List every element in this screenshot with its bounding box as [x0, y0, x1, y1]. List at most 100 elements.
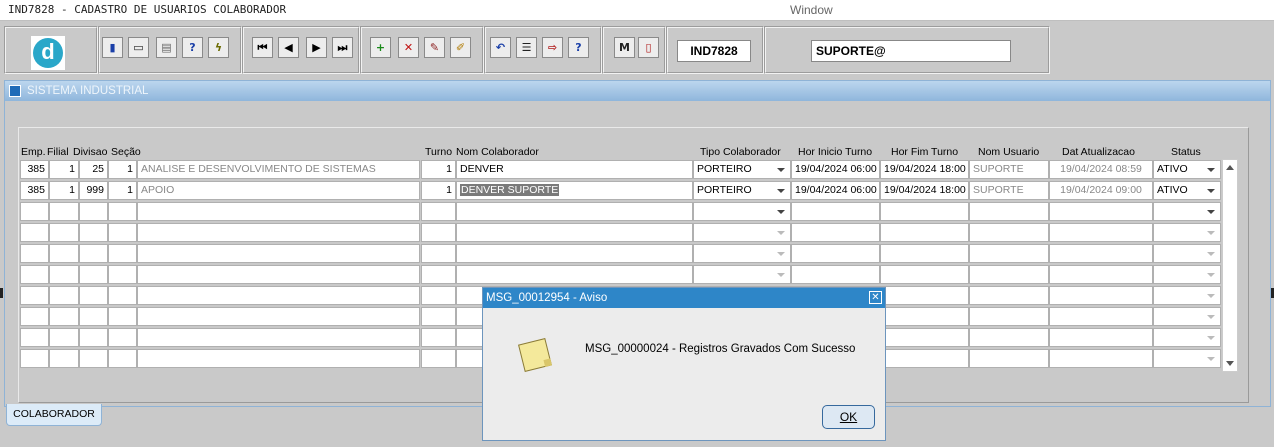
- exit-button[interactable]: ▯: [638, 37, 659, 58]
- chevron-down-icon[interactable]: [1202, 287, 1220, 304]
- cell-usuario[interactable]: [969, 223, 1049, 242]
- cell-nome[interactable]: [456, 244, 693, 263]
- cell-atualizacao[interactable]: [1049, 286, 1153, 305]
- chevron-down-icon[interactable]: [772, 203, 790, 220]
- cell-turno[interactable]: [421, 286, 456, 305]
- chevron-down-icon[interactable]: [1202, 182, 1220, 199]
- cell-fim[interactable]: [880, 244, 969, 263]
- last-record-button[interactable]: ⏭: [332, 37, 353, 58]
- cell-status[interactable]: [1153, 328, 1221, 347]
- chevron-down-icon[interactable]: [772, 161, 790, 178]
- cell-desc[interactable]: [137, 307, 420, 326]
- chevron-down-icon[interactable]: [1202, 308, 1220, 325]
- ok-button[interactable]: OK: [822, 405, 875, 429]
- menu-button[interactable]: M: [614, 37, 635, 58]
- cell-inicio[interactable]: [791, 265, 880, 284]
- cell-turno[interactable]: [421, 349, 456, 368]
- chevron-down-icon[interactable]: [772, 266, 790, 283]
- cell-inicio[interactable]: [791, 244, 880, 263]
- cell-filial[interactable]: [49, 244, 79, 263]
- cell-desc[interactable]: [137, 244, 420, 263]
- close-icon[interactable]: ✕: [869, 291, 882, 304]
- cell-usuario[interactable]: [969, 244, 1049, 263]
- cell-fim[interactable]: 19/04/2024 18:00: [880, 160, 969, 179]
- cell-emp[interactable]: [20, 286, 49, 305]
- cell-atualizacao[interactable]: [1049, 328, 1153, 347]
- tab-colaborador[interactable]: COLABORADOR: [6, 404, 102, 426]
- cell-desc[interactable]: [137, 202, 420, 221]
- cell-fim[interactable]: [880, 223, 969, 242]
- next-record-button[interactable]: ▶: [306, 37, 327, 58]
- cell-divisao[interactable]: [79, 307, 108, 326]
- cell-secao[interactable]: 1: [108, 181, 137, 200]
- cell-usuario[interactable]: SUPORTE: [969, 160, 1049, 179]
- cell-fim[interactable]: 19/04/2024 18:00: [880, 181, 969, 200]
- cell-status[interactable]: [1153, 349, 1221, 368]
- vertical-scrollbar[interactable]: [1222, 159, 1238, 372]
- cell-atualizacao[interactable]: [1049, 202, 1153, 221]
- cell-secao[interactable]: [108, 223, 137, 242]
- first-record-button[interactable]: ⏮: [252, 37, 273, 58]
- cell-filial[interactable]: [49, 349, 79, 368]
- cell-turno[interactable]: [421, 223, 456, 242]
- clear-record-button[interactable]: ✎: [424, 37, 445, 58]
- chevron-down-icon[interactable]: [1202, 329, 1220, 346]
- cell-filial[interactable]: [49, 223, 79, 242]
- cell-tipo[interactable]: PORTEIRO: [693, 160, 791, 179]
- cell-inicio[interactable]: [791, 223, 880, 242]
- cell-filial[interactable]: 1: [49, 181, 79, 200]
- cell-usuario[interactable]: [969, 328, 1049, 347]
- cell-secao[interactable]: [108, 265, 137, 284]
- cell-secao[interactable]: [108, 307, 137, 326]
- cell-fim[interactable]: [880, 286, 969, 305]
- cell-divisao[interactable]: [79, 286, 108, 305]
- cell-atualizacao[interactable]: [1049, 349, 1153, 368]
- cell-status[interactable]: [1153, 286, 1221, 305]
- cell-emp[interactable]: 385: [20, 160, 49, 179]
- cell-status[interactable]: [1153, 244, 1221, 263]
- cell-tipo[interactable]: [693, 265, 791, 284]
- cell-tipo[interactable]: [693, 244, 791, 263]
- cell-usuario[interactable]: [969, 307, 1049, 326]
- cell-emp[interactable]: [20, 244, 49, 263]
- cell-filial[interactable]: [49, 202, 79, 221]
- edit-button[interactable]: ✐: [450, 37, 471, 58]
- cell-desc[interactable]: ANALISE E DESENVOLVIMENTO DE SISTEMAS: [137, 160, 420, 179]
- delete-record-button[interactable]: ✕: [398, 37, 419, 58]
- cell-emp[interactable]: [20, 349, 49, 368]
- cell-inicio[interactable]: 19/04/2024 06:00: [791, 160, 880, 179]
- cell-atualizacao[interactable]: [1049, 265, 1153, 284]
- cell-secao[interactable]: [108, 244, 137, 263]
- cell-atualizacao[interactable]: 19/04/2024 08:59: [1049, 160, 1153, 179]
- cell-fim[interactable]: [880, 349, 969, 368]
- chevron-down-icon[interactable]: [772, 245, 790, 262]
- cell-secao[interactable]: [108, 328, 137, 347]
- cell-usuario[interactable]: [969, 286, 1049, 305]
- cell-usuario[interactable]: [969, 265, 1049, 284]
- execute-query-button[interactable]: ϟ: [208, 37, 229, 58]
- cell-status[interactable]: ATIVO: [1153, 181, 1221, 200]
- cell-fim[interactable]: [880, 307, 969, 326]
- cell-turno[interactable]: [421, 265, 456, 284]
- cell-fim[interactable]: [880, 202, 969, 221]
- cell-divisao[interactable]: 25: [79, 160, 108, 179]
- cell-emp[interactable]: 385: [20, 181, 49, 200]
- cell-usuario[interactable]: SUPORTE: [969, 181, 1049, 200]
- cell-fim[interactable]: [880, 265, 969, 284]
- cell-status[interactable]: [1153, 307, 1221, 326]
- chevron-down-icon[interactable]: [772, 182, 790, 199]
- cell-filial[interactable]: [49, 328, 79, 347]
- cell-desc[interactable]: [137, 223, 420, 242]
- cell-status[interactable]: [1153, 223, 1221, 242]
- cell-tipo[interactable]: [693, 202, 791, 221]
- chevron-down-icon[interactable]: [772, 224, 790, 241]
- cell-nome[interactable]: [456, 223, 693, 242]
- cell-tipo[interactable]: [693, 223, 791, 242]
- cell-divisao[interactable]: [79, 265, 108, 284]
- list-button[interactable]: ☰: [516, 37, 537, 58]
- chevron-down-icon[interactable]: [1202, 161, 1220, 178]
- cell-filial[interactable]: 1: [49, 160, 79, 179]
- save-button[interactable]: ▮: [102, 37, 123, 58]
- cell-desc[interactable]: APOIO: [137, 181, 420, 200]
- cell-desc[interactable]: [137, 349, 420, 368]
